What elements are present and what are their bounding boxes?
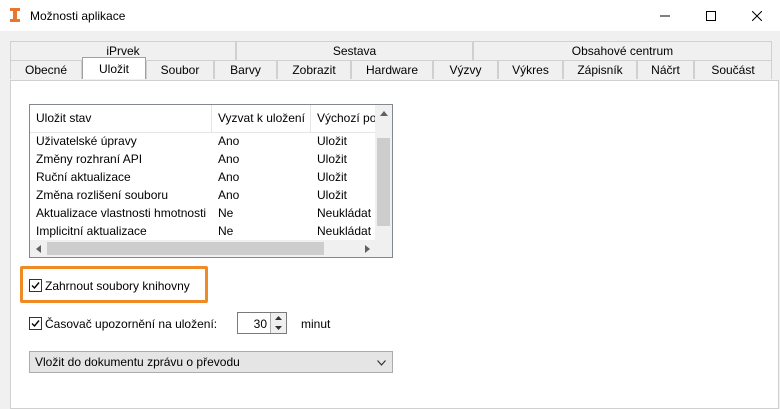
tab-obsahove-centrum[interactable]: Obsahové centrum [473,41,772,60]
scroll-left-icon[interactable] [30,240,47,257]
tab-sestava[interactable]: Sestava [236,41,473,60]
checkmark-icon [31,320,40,328]
minimize-button[interactable] [642,0,688,31]
app-logo-icon [10,8,20,22]
column-header-save-state[interactable]: Uložit stav [30,105,212,132]
minimize-icon [660,15,670,16]
close-icon [752,10,762,21]
spin-down-icon[interactable] [270,323,286,333]
conversion-report-selected: Vložit do dokumentu zprávu o převodu [35,355,240,369]
column-header-default[interactable]: Výchozí po [311,105,377,132]
tab-soucast[interactable]: Součást [694,60,772,79]
autosave-minutes-value[interactable]: 30 [254,317,267,331]
include-library-checkbox[interactable] [29,279,42,292]
tab-vyzvy[interactable]: Výzvy [433,60,498,79]
list-header: Uložit stav Vyzvat k uložení Výchozí po [30,105,376,133]
tab-zobrazit[interactable]: Zobrazit [277,60,351,79]
list-item[interactable]: Implicitní aktualizace Ne Neukládat [30,222,376,240]
column-header-prompt[interactable]: Vyzvat k uložení [212,105,311,132]
tab-zapisnik[interactable]: Zápisník [563,60,637,79]
autosave-minutes-stepper[interactable]: 30 [237,312,287,334]
tab-soubor[interactable]: Soubor [146,60,214,79]
scroll-thumb-horizontal[interactable] [47,242,324,255]
conversion-report-dropdown[interactable]: Vložit do dokumentu zprávu o převodu [29,351,393,373]
list-item[interactable]: Změny rozhraní API Ano Uložit [30,150,376,168]
close-button[interactable] [734,0,780,31]
scroll-up-icon[interactable] [375,105,392,122]
scroll-corner [375,240,392,257]
list-item[interactable]: Změna rozlišení souboru Ano Uložit [30,186,376,204]
autosave-label[interactable]: Časovač upozornění na uložení: [45,317,217,331]
tab-ulozit[interactable]: Uložit [82,57,146,79]
list-item[interactable]: Aktualizace vlastnosti hmotnosti Ne Neuk… [30,204,376,222]
vertical-scrollbar[interactable] [375,105,392,241]
tab-hardware[interactable]: Hardware [351,60,433,79]
list-item[interactable]: Uživatelské úpravy Ano Uložit [30,132,376,150]
horizontal-scrollbar[interactable] [30,240,376,257]
scroll-thumb[interactable] [377,138,390,226]
tab-barvy[interactable]: Barvy [214,60,277,79]
tab-vykres[interactable]: Výkres [498,60,563,79]
chevron-down-icon [377,360,386,366]
tab-obecne[interactable]: Obecné [10,60,82,79]
autosave-checkbox[interactable] [29,317,42,330]
list-item[interactable]: Ruční aktualizace Ano Uložit [30,168,376,186]
save-state-list[interactable]: Uložit stav Vyzvat k uložení Výchozí po … [29,104,393,258]
title-bar: Možnosti aplikace [0,0,780,31]
autosave-unit-label: minut [301,317,331,331]
maximize-button[interactable] [688,0,734,31]
maximize-icon [706,10,716,21]
tab-nacrt[interactable]: Náčrt [637,60,694,79]
include-library-label[interactable]: Zahrnout soubory knihovny [45,279,190,293]
scroll-right-icon[interactable] [359,240,376,257]
window-title: Možnosti aplikace [30,9,126,23]
checkmark-icon [31,282,40,290]
